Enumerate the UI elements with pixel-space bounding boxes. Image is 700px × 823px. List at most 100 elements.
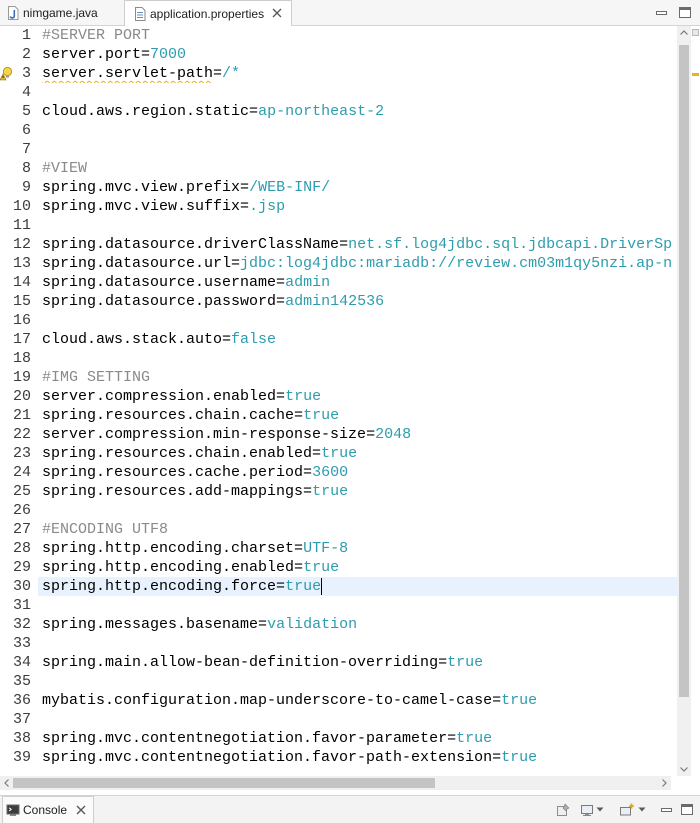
pin-console-icon[interactable] (556, 803, 570, 817)
property-value[interactable]: /WEB-INF/ (249, 179, 330, 196)
comment-text[interactable]: #SERVER PORT (42, 27, 150, 44)
property-separator[interactable]: = (276, 578, 285, 595)
line-code[interactable] (38, 83, 677, 102)
property-value[interactable]: jdbc:log4jdbc:mariadb://review.cm03m1qy5… (240, 255, 672, 272)
property-key[interactable]: mybatis.configuration.map-underscore-to-… (42, 692, 492, 709)
line-code[interactable]: server.compression.min-response-size=204… (38, 425, 677, 444)
property-value[interactable]: 7000 (150, 46, 186, 63)
property-key[interactable]: server.port (42, 46, 141, 63)
property-separator[interactable]: = (294, 559, 303, 576)
property-value[interactable]: true (303, 559, 339, 576)
property-value[interactable]: true (456, 730, 492, 747)
line-code[interactable]: spring.resources.chain.cache=true (38, 406, 677, 425)
property-key[interactable]: server.compression.min-response-size (42, 426, 366, 443)
property-value[interactable]: true (447, 654, 483, 671)
property-value[interactable]: /* (222, 65, 240, 82)
property-value[interactable]: admin142536 (285, 293, 384, 310)
close-icon[interactable] (271, 7, 283, 19)
line-code[interactable] (38, 311, 677, 330)
minimize-icon[interactable] (660, 805, 673, 815)
tab-nimgame-java[interactable]: nimgame.java (0, 0, 122, 25)
property-key[interactable]: spring.mvc.contentnegotiation.favor-path… (42, 749, 492, 766)
property-value[interactable]: .jsp (249, 198, 285, 215)
line-code[interactable]: spring.mvc.view.suffix=.jsp (38, 197, 677, 216)
line-code[interactable]: spring.datasource.password=admin142536 (38, 292, 677, 311)
property-key[interactable]: server.compression.enabled (42, 388, 276, 405)
property-separator[interactable]: = (213, 65, 222, 82)
property-key[interactable]: spring.resources.cache.period (42, 464, 303, 481)
line-code[interactable]: mybatis.configuration.map-underscore-to-… (38, 691, 677, 710)
property-key[interactable]: spring.resources.chain.cache (42, 407, 294, 424)
property-value[interactable]: true (321, 445, 357, 462)
vertical-scrollbar[interactable] (677, 26, 691, 776)
line-code[interactable] (38, 121, 677, 140)
property-value[interactable]: true (501, 692, 537, 709)
property-separator[interactable]: = (447, 730, 456, 747)
line-code[interactable] (38, 140, 677, 159)
property-value[interactable]: 3600 (312, 464, 348, 481)
line-code[interactable]: spring.http.encoding.force=true (38, 577, 677, 596)
scroll-down-icon[interactable] (677, 762, 691, 776)
property-separator[interactable]: = (231, 255, 240, 272)
property-value[interactable]: true (312, 483, 348, 500)
maximize-icon[interactable] (678, 6, 692, 19)
property-separator[interactable]: = (276, 293, 285, 310)
property-separator[interactable]: = (294, 407, 303, 424)
line-code[interactable]: spring.resources.chain.enabled=true (38, 444, 677, 463)
chevron-down-icon[interactable] (596, 807, 604, 813)
property-separator[interactable]: = (240, 179, 249, 196)
line-code[interactable]: server.compression.enabled=true (38, 387, 677, 406)
property-key[interactable]: spring.datasource.username (42, 274, 276, 291)
comment-text[interactable]: #IMG SETTING (42, 369, 150, 386)
property-separator[interactable]: = (222, 331, 231, 348)
line-code[interactable] (38, 710, 677, 729)
property-separator[interactable]: = (258, 616, 267, 633)
property-value[interactable]: ap-northeast-2 (258, 103, 384, 120)
property-key[interactable]: spring.mvc.view.prefix (42, 179, 240, 196)
chevron-down-icon[interactable] (638, 807, 646, 813)
line-code[interactable] (38, 596, 677, 615)
line-code[interactable] (38, 349, 677, 368)
line-code[interactable]: spring.mvc.view.prefix=/WEB-INF/ (38, 178, 677, 197)
property-separator[interactable]: = (366, 426, 375, 443)
warning-marker[interactable] (692, 73, 699, 76)
properties-editor[interactable]: 1 #SERVER PORT 2 server.port=7000 3 server.se… (0, 26, 677, 776)
property-separator[interactable]: = (339, 236, 348, 253)
tab-application-properties[interactable]: application.properties (124, 0, 292, 26)
line-code[interactable]: spring.resources.cache.period=3600 (38, 463, 677, 482)
property-separator[interactable]: = (303, 483, 312, 500)
property-key[interactable]: spring.http.encoding.charset (42, 540, 294, 557)
display-console-icon[interactable] (580, 803, 594, 817)
line-code[interactable]: server.servlet-path=/* (38, 64, 677, 83)
comment-text[interactable]: #VIEW (42, 160, 87, 177)
line-code[interactable]: #ENCODING UTF8 (38, 520, 677, 539)
property-separator[interactable]: = (303, 464, 312, 481)
property-key[interactable]: spring.http.encoding.force (42, 578, 276, 595)
line-code[interactable]: spring.messages.basename=validation (38, 615, 677, 634)
line-code[interactable]: spring.http.encoding.charset=UTF-8 (38, 539, 677, 558)
line-code[interactable] (38, 501, 677, 520)
property-key[interactable]: cloud.aws.region.static (42, 103, 249, 120)
tab-console[interactable]: Console (2, 796, 94, 823)
scroll-left-icon[interactable] (0, 776, 14, 790)
line-code[interactable]: server.port=7000 (38, 45, 677, 64)
property-separator[interactable]: = (249, 103, 258, 120)
property-key[interactable]: spring.main.allow-bean-definition-overri… (42, 654, 438, 671)
line-code[interactable]: #SERVER PORT (38, 26, 677, 45)
property-key[interactable]: spring.messages.basename (42, 616, 258, 633)
property-key[interactable]: spring.datasource.password (42, 293, 276, 310)
property-separator[interactable]: = (294, 540, 303, 557)
line-code[interactable]: spring.datasource.driverClassName=net.sf… (38, 235, 677, 254)
horizontal-scroll-thumb[interactable] (13, 778, 435, 788)
minimize-icon[interactable] (655, 8, 668, 18)
line-code[interactable]: spring.datasource.username=admin (38, 273, 677, 292)
property-value[interactable]: admin (285, 274, 330, 291)
property-separator[interactable]: = (276, 274, 285, 291)
property-value[interactable]: validation (267, 616, 357, 633)
property-key[interactable]: spring.resources.add-mappings (42, 483, 303, 500)
line-code[interactable]: spring.http.encoding.enabled=true (38, 558, 677, 577)
property-key[interactable]: server.servlet-path (42, 65, 213, 82)
property-key[interactable]: spring.datasource.url (42, 255, 231, 272)
property-key[interactable]: spring.http.encoding.enabled (42, 559, 294, 576)
overview-ruler[interactable] (691, 26, 700, 776)
